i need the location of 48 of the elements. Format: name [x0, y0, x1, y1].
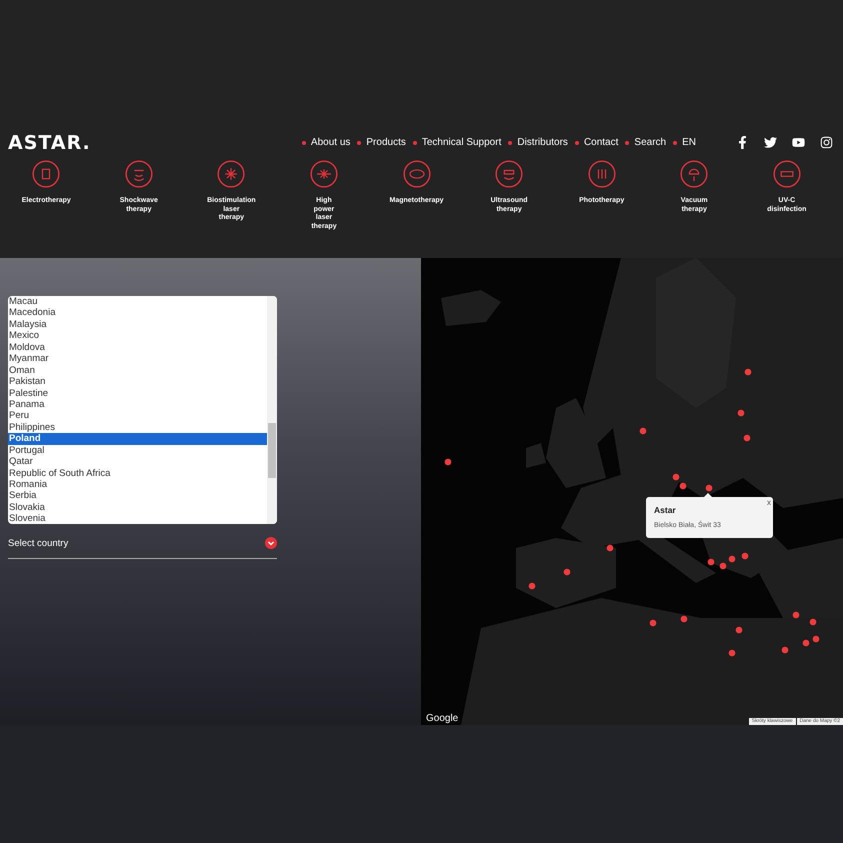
popup-title: Astar: [654, 505, 677, 515]
country-option[interactable]: Macedonia: [8, 307, 267, 319]
nav-link[interactable]: Products: [357, 137, 406, 148]
logo[interactable]: ASTAR.: [8, 132, 91, 154]
instagram-icon[interactable]: [820, 136, 833, 149]
country-option[interactable]: Mexico: [8, 330, 267, 342]
scrollbar[interactable]: [267, 296, 277, 524]
nav-link[interactable]: Contact: [574, 137, 618, 148]
country-option[interactable]: Oman: [8, 364, 267, 376]
nav-link[interactable]: About us: [302, 137, 350, 148]
country-option[interactable]: Macau: [8, 296, 267, 308]
country-option[interactable]: Serbia: [8, 490, 267, 502]
therapy-icon[interactable]: [772, 160, 801, 188]
country-option[interactable]: Slovenia: [8, 513, 267, 524]
country-option[interactable]: Poland: [8, 433, 267, 445]
country-option[interactable]: Philippines: [8, 422, 267, 434]
therapy-icon[interactable]: [310, 160, 338, 188]
country-option[interactable]: Romania: [8, 479, 267, 490]
therapy-icon[interactable]: [217, 160, 246, 188]
country-option[interactable]: Panama: [8, 398, 267, 410]
therapy-icon[interactable]: [588, 160, 616, 188]
youtube-icon[interactable]: [792, 136, 805, 149]
country-option[interactable]: Pakistan: [8, 376, 267, 388]
nav-link[interactable]: Technical Support: [412, 137, 502, 148]
country-option[interactable]: Malaysia: [8, 318, 267, 330]
nav-link[interactable]: Distributors: [508, 137, 568, 148]
nav-link[interactable]: EN: [673, 137, 696, 148]
nav-link[interactable]: Search: [625, 137, 666, 148]
country-option[interactable]: Myanmar: [8, 353, 267, 365]
country-select[interactable]: Select country: [8, 528, 277, 559]
country-option[interactable]: Republic of South Africa: [8, 468, 267, 479]
country-list[interactable]: Macau Macedonia Malaysia Mexico Moldova Myanmar Oman Pakistan Palestine Panama Peru Philippines Poland Portugal Qatar Republic of South Africa Romania Serbia Slovakia Slovenia: [8, 296, 277, 524]
facebook-icon[interactable]: [736, 136, 749, 149]
country-option[interactable]: Slovakia: [8, 502, 267, 514]
therapy-icon[interactable]: [402, 160, 431, 188]
country-option[interactable]: Peru: [8, 410, 267, 422]
country-option[interactable]: Portugal: [8, 444, 267, 456]
close-button[interactable]: x: [767, 498, 771, 507]
map-logo: Google: [426, 713, 458, 724]
therapy-icon[interactable]: [124, 160, 153, 188]
twitter-icon[interactable]: [764, 136, 777, 149]
country-option[interactable]: Moldova: [8, 342, 267, 354]
chevron-down-icon: [265, 537, 277, 549]
country-option[interactable]: Qatar: [8, 456, 267, 468]
country-option[interactable]: Palestine: [8, 388, 267, 399]
therapy-icon[interactable]: [32, 160, 60, 188]
therapy-icon[interactable]: [680, 160, 708, 188]
therapy-icon[interactable]: [495, 160, 524, 188]
